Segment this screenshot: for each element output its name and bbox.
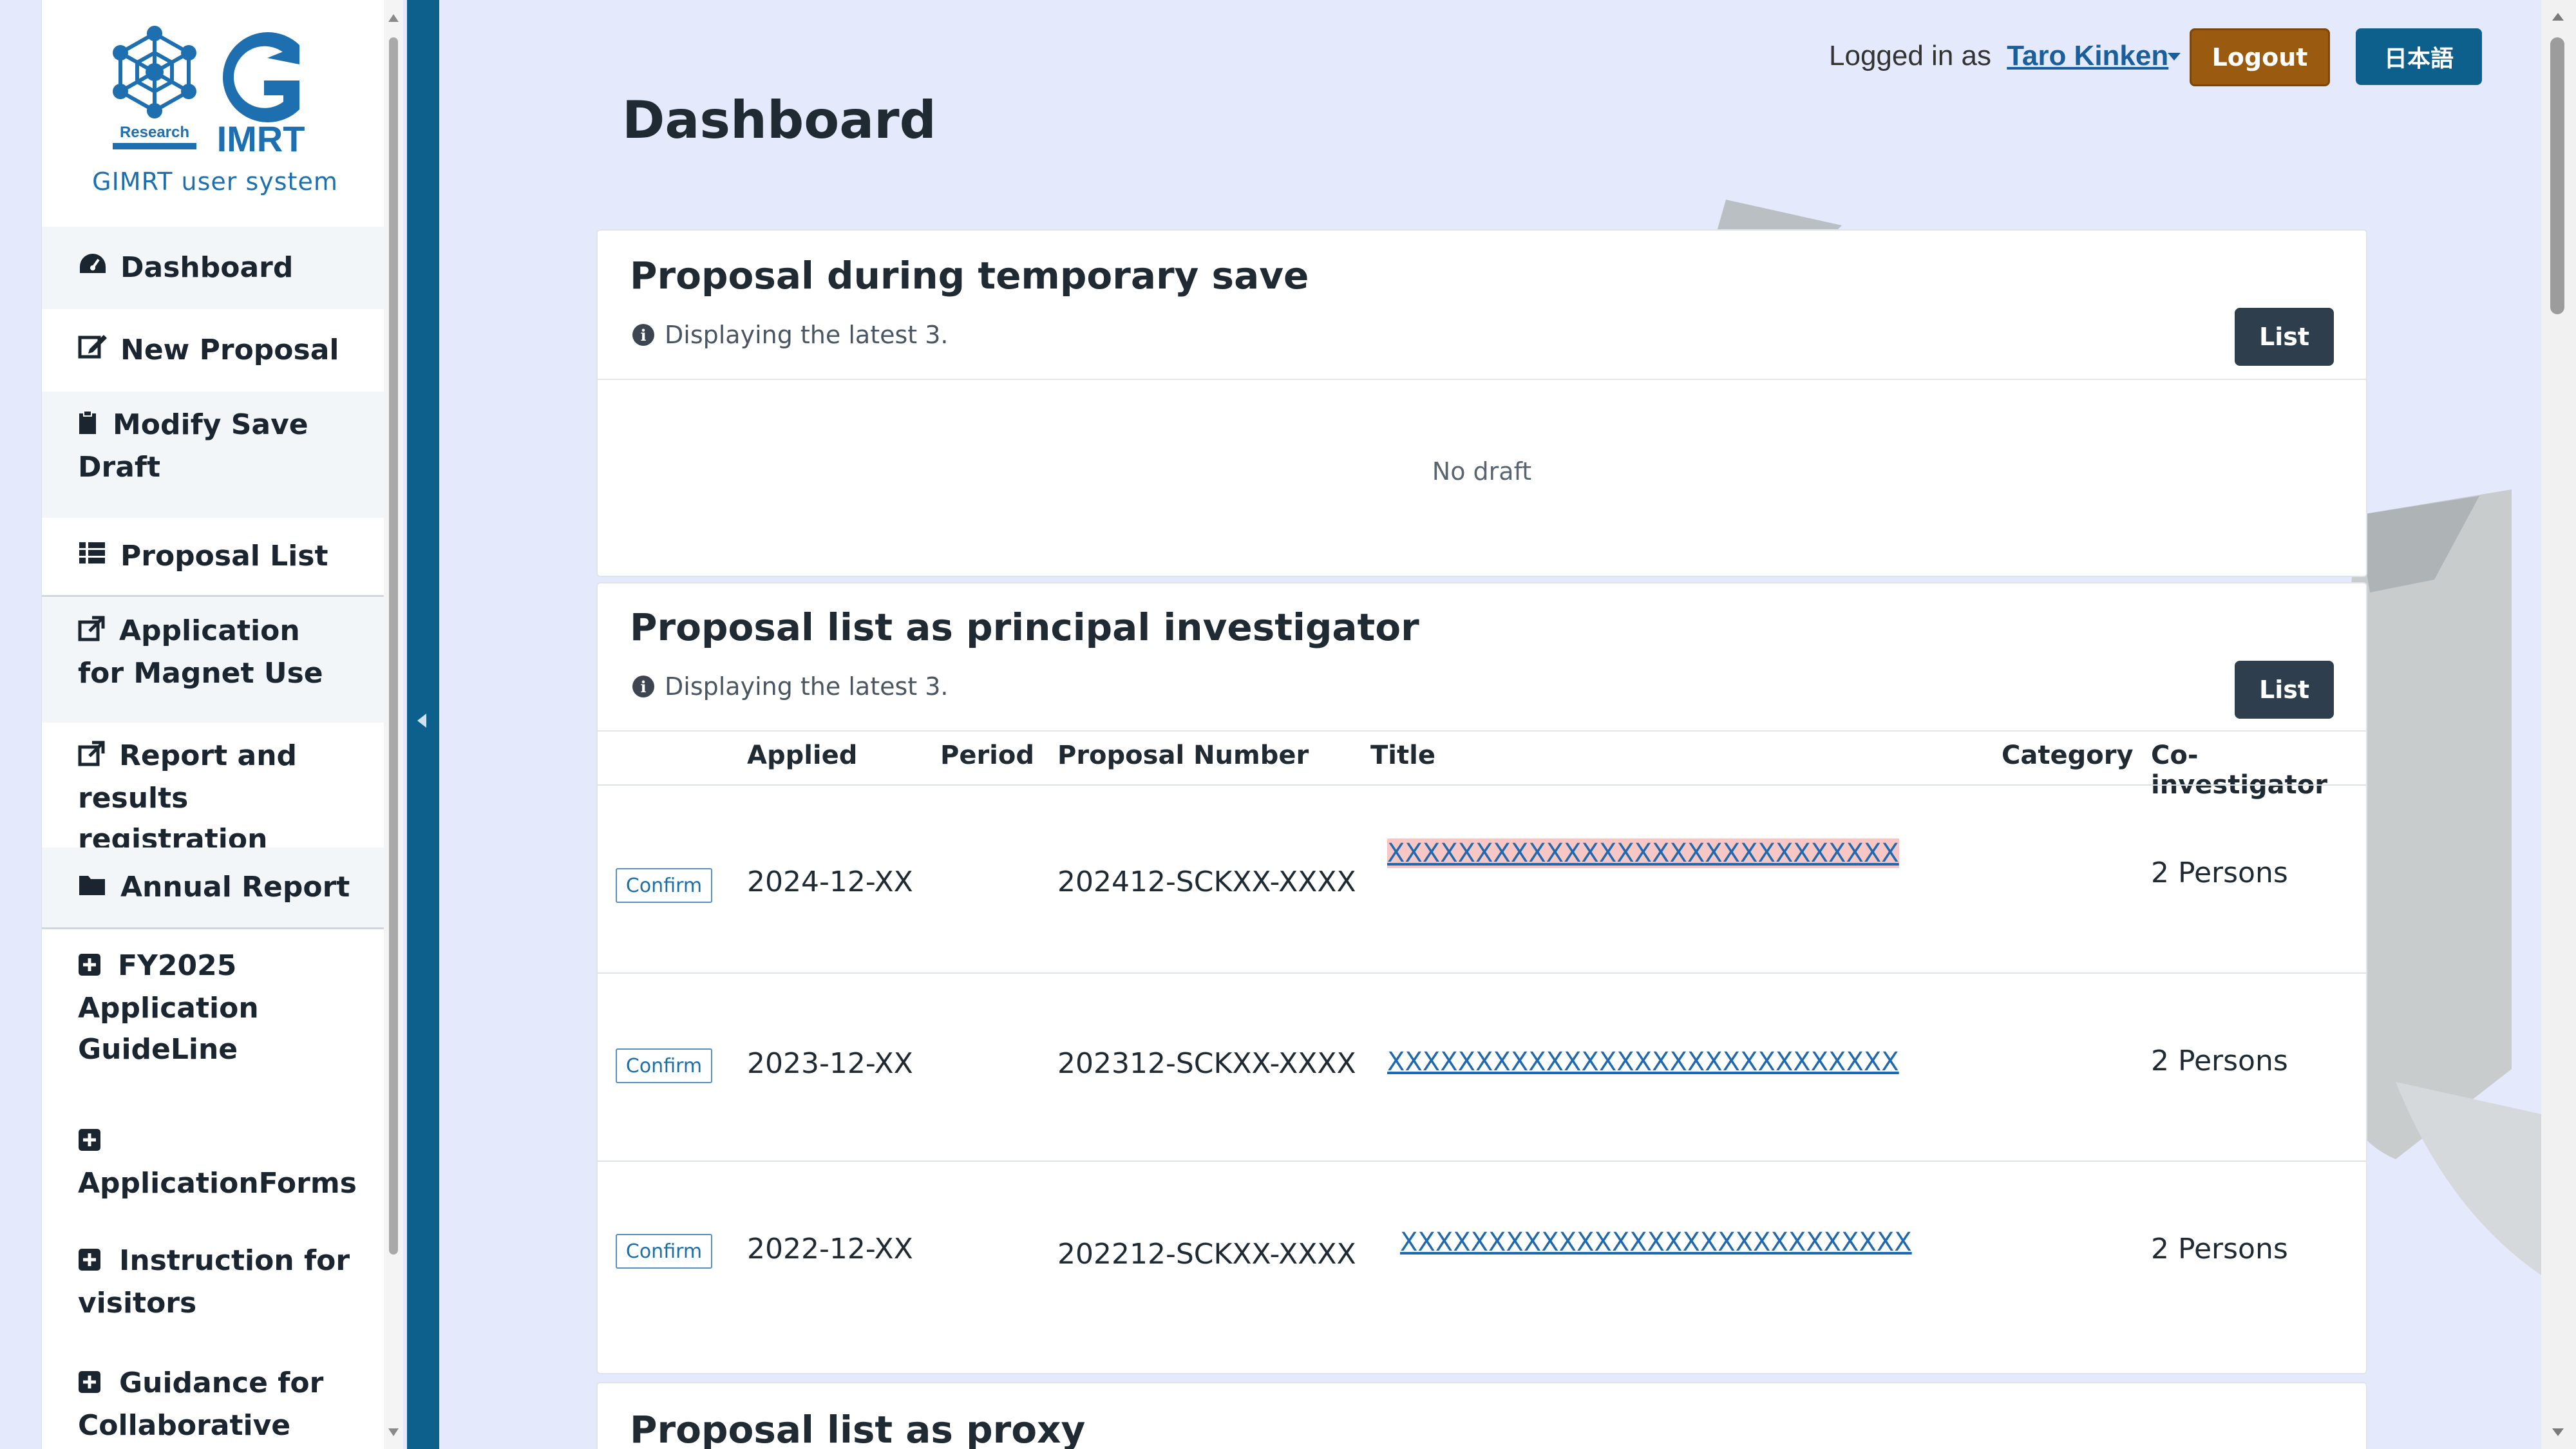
- sidebar-item-label: Dashboard: [120, 251, 294, 284]
- sidebar-item-visitor-instructions[interactable]: Instruction for visitors: [42, 1227, 388, 1350]
- applied-date: 2023-12-XX: [747, 1047, 913, 1080]
- column-header-proposal-number[interactable]: Proposal Number: [1057, 741, 1309, 770]
- info-icon: i: [632, 676, 654, 697]
- confirm-button[interactable]: Confirm: [616, 1234, 712, 1269]
- co-investigator-count: 2 Persons: [2151, 1233, 2288, 1265]
- sidebar-item-report-registration[interactable]: Report and results registration: [42, 723, 388, 856]
- sidebar-panel: Research IMRT GIMRT user system Dashboar…: [41, 0, 388, 1449]
- proxy-proposals-card: Proposal list as proxy: [596, 1382, 2367, 1449]
- pi-proposals-note: i Displaying the latest 3.: [632, 672, 949, 701]
- proposal-number: 202412-SCKXX-XXXX: [1057, 866, 1356, 898]
- pi-proposals-note-text: Displaying the latest 3.: [665, 672, 949, 701]
- gimrt-logo-icon: Research IMRT: [113, 26, 305, 159]
- table-row: Confirm 2024-12-XX 202412-SCKXX-XXXX XXX…: [598, 786, 2366, 972]
- pi-proposals-list-button[interactable]: List: [2235, 661, 2334, 719]
- drafts-card: Proposal during temporary save i Display…: [596, 229, 2367, 577]
- login-info: Logged in as Taro Kinken: [1829, 40, 2168, 72]
- scroll-up-icon[interactable]: [388, 14, 399, 22]
- sidebar-item-label: Modify Save Draft: [78, 404, 352, 488]
- proposal-title-link[interactable]: XXXXXXXXXXXXXXXXXXXXXXXXXXXXX: [1387, 1047, 1899, 1077]
- info-icon: i: [632, 324, 654, 346]
- scroll-up-icon[interactable]: [2552, 13, 2564, 21]
- clipboard-icon: [78, 406, 101, 447]
- dashboard-icon: [78, 247, 110, 289]
- sidebar-item-label: Proposal List: [120, 540, 328, 573]
- confirm-button[interactable]: Confirm: [616, 868, 712, 903]
- plus-square-icon: [78, 1242, 104, 1283]
- sidebar-item-label: Guidance for Collaborative: [78, 1363, 352, 1446]
- list-icon: [78, 536, 110, 577]
- drafts-note-text: Displaying the latest 3.: [665, 321, 949, 349]
- svg-text:Research: Research: [120, 124, 189, 141]
- table-row: Confirm 2023-12-XX 202312-SCKXX-XXXX XXX…: [598, 974, 2366, 1160]
- sidebar-item-dashboard[interactable]: Dashboard: [42, 227, 388, 309]
- logo-caption: GIMRT user system: [92, 167, 338, 196]
- logo[interactable]: Research IMRT GIMRT user system: [42, 19, 388, 200]
- co-investigator-count: 2 Persons: [2151, 857, 2288, 889]
- scroll-down-icon[interactable]: [2552, 1428, 2564, 1436]
- applied-date: 2024-12-XX: [747, 866, 913, 898]
- sidebar: Research IMRT GIMRT user system Dashboar…: [0, 0, 407, 1449]
- pi-proposals-title: Proposal list as principal investigator: [630, 605, 1419, 649]
- sidebar-item-label: Report and results registration: [78, 735, 352, 860]
- plus-square-icon: [78, 1364, 104, 1405]
- plus-square-icon: [78, 1122, 104, 1163]
- confirm-button[interactable]: Confirm: [616, 1048, 712, 1083]
- page-scrollbar[interactable]: [2541, 0, 2576, 1449]
- sidebar-item-modify-save-draft[interactable]: Modify Save Draft: [42, 392, 388, 518]
- pi-proposals-card: Proposal list as principal investigator …: [596, 582, 2367, 1374]
- user-name-link[interactable]: Taro Kinken: [2007, 40, 2168, 71]
- user-dropdown-caret-icon[interactable]: [2168, 53, 2181, 61]
- sidebar-item-label: Annual Report: [120, 871, 350, 904]
- sidebar-item-label: New Proposal: [120, 334, 339, 366]
- sidebar-scrollbar[interactable]: [384, 0, 403, 1449]
- folder-icon: [78, 867, 110, 908]
- sidebar-divider: [42, 595, 388, 597]
- sidebar-item-label: ApplicationForms: [78, 1121, 388, 1204]
- external-link-icon: [78, 737, 108, 778]
- card-divider: [598, 730, 2366, 732]
- sidebar-item-magnet-use[interactable]: Application for Magnet Use: [42, 598, 388, 723]
- edit-icon: [78, 330, 110, 371]
- plus-square-icon: [78, 947, 104, 988]
- drafts-note: i Displaying the latest 3.: [632, 321, 949, 349]
- card-divider: [598, 379, 2366, 380]
- table-row: Confirm 2022-12-XX 202212-SCKXX-XXXX XXX…: [598, 1162, 2366, 1374]
- sidebar-item-new-proposal[interactable]: New Proposal: [42, 309, 388, 392]
- sidebar-item-annual-report[interactable]: Annual Report: [42, 848, 388, 927]
- sidebar-item-application-forms[interactable]: ApplicationForms: [42, 1105, 388, 1227]
- sidebar-item-label: Instruction for visitors: [78, 1240, 352, 1324]
- collapse-arrow-icon[interactable]: [417, 714, 426, 728]
- sidebar-item-label: FY2025 Application GuideLine: [78, 945, 352, 1070]
- sidebar-item-guideline[interactable]: FY2025 Application GuideLine: [42, 931, 388, 1105]
- external-link-icon: [78, 612, 108, 653]
- drafts-list-button[interactable]: List: [2235, 308, 2334, 366]
- proposal-title-link[interactable]: XXXXXXXXXXXXXXXXXXXXXXXXXXXXX: [1387, 838, 1899, 868]
- page-title: Dashboard: [622, 90, 936, 150]
- sidebar-scroll-thumb[interactable]: [389, 37, 398, 1255]
- sidebar-item-collaborative-guidance[interactable]: Guidance for Collaborative: [42, 1350, 388, 1449]
- applied-date: 2022-12-XX: [747, 1233, 913, 1265]
- proposal-number: 202212-SCKXX-XXXX: [1057, 1238, 1356, 1271]
- svg-text:IMRT: IMRT: [217, 118, 305, 159]
- column-header-category[interactable]: Category: [2002, 741, 2134, 770]
- column-header-applied[interactable]: Applied: [747, 741, 857, 770]
- login-prefix: Logged in as: [1829, 40, 1991, 71]
- column-header-title[interactable]: Title: [1370, 741, 1435, 770]
- proxy-proposals-title: Proposal list as proxy: [630, 1408, 1086, 1449]
- drafts-card-title: Proposal during temporary save: [630, 254, 1309, 298]
- proposal-number: 202312-SCKXX-XXXX: [1057, 1047, 1356, 1080]
- column-header-period[interactable]: Period: [940, 741, 1034, 770]
- sidebar-collapse-bar[interactable]: [407, 0, 439, 1449]
- co-investigator-count: 2 Persons: [2151, 1045, 2288, 1077]
- scroll-down-icon[interactable]: [388, 1428, 399, 1436]
- logout-button[interactable]: Logout: [2190, 28, 2330, 86]
- proposal-title-link[interactable]: XXXXXXXXXXXXXXXXXXXXXXXXXXXXX: [1400, 1227, 1912, 1257]
- sidebar-item-label: Application for Magnet Use: [78, 611, 352, 694]
- sidebar-item-proposal-list[interactable]: Proposal List: [42, 518, 388, 595]
- sidebar-divider: [42, 927, 388, 929]
- page-scroll-thumb[interactable]: [2550, 37, 2564, 314]
- language-button[interactable]: 日本語: [2356, 28, 2482, 85]
- empty-state: No draft: [1432, 457, 1532, 486]
